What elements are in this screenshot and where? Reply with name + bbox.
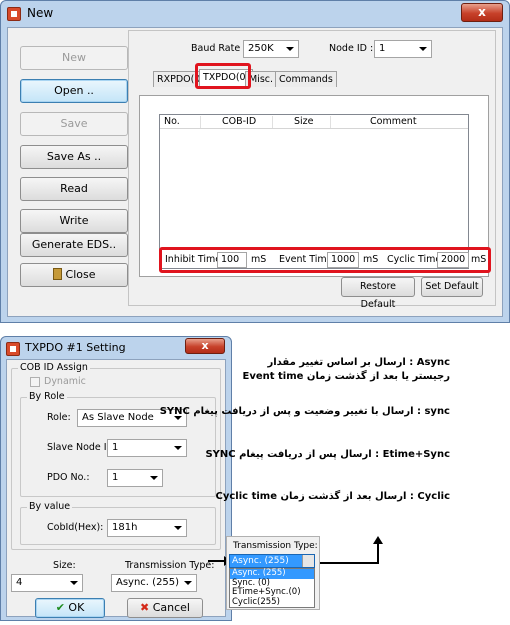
by-role-label: By Role (27, 391, 67, 403)
event-time-unit: mS (363, 254, 379, 265)
node-id-select[interactable]: 1 (374, 40, 432, 58)
cancel-x-icon: ✖ (140, 601, 150, 614)
chevron-down-icon (174, 526, 182, 530)
inhibit-time-unit: mS (251, 254, 267, 265)
pdo-list-header: No. COB-ID Size Comment (160, 115, 468, 129)
by-value-label: By value (27, 501, 73, 513)
app-icon (7, 7, 21, 21)
arrow-up-icon (373, 536, 383, 544)
chevron-down-icon (419, 47, 427, 51)
cyclic-time-label: Cyclic Time: (387, 254, 445, 265)
col-size: Size (294, 116, 314, 127)
close-button[interactable]: Close (20, 263, 128, 287)
trans-type-value: Async. (255) (116, 577, 180, 588)
note-etime-sync: Etime+Sync : ارسال پس از دریافت پیغام SY… (205, 449, 450, 460)
check-icon: ✔ (55, 601, 65, 614)
trans-type-label: Transmission Type: (125, 560, 215, 571)
close-button-label: Close (65, 268, 96, 281)
role-label: Role: (47, 412, 71, 423)
save-button[interactable]: Save (20, 112, 128, 136)
popup-dropdown-button[interactable] (302, 555, 314, 567)
size-select[interactable]: 4 (11, 574, 83, 592)
slave-node-value: 1 (112, 442, 119, 453)
ok-button[interactable]: ✔ OK (35, 598, 105, 618)
baud-rate-label: Baud Rate : (191, 43, 247, 54)
generate-eds-button[interactable]: Generate EDS.. (20, 233, 128, 257)
settings-panel: Baud Rate : 250K Node ID : 1 RXPDO(0) TX… (128, 30, 496, 310)
cobid-select[interactable]: 181h (107, 519, 187, 537)
close-door-icon (52, 268, 62, 280)
trans-type-select[interactable]: Async. (255) (111, 574, 197, 592)
chevron-down-icon (184, 581, 192, 585)
option-cyclic[interactable]: Cyclic(255) (230, 597, 314, 608)
node-id-value: 1 (379, 43, 386, 54)
node-id-label: Node ID : (329, 43, 374, 54)
open-button[interactable]: Open .. (20, 79, 128, 103)
tab-commands[interactable]: Commands (275, 71, 337, 87)
popup-selected-value: Async. (255) (232, 556, 289, 566)
set-default-button[interactable]: Set Default (421, 277, 483, 297)
inhibit-time-input[interactable]: 100 (217, 252, 247, 268)
chevron-down-icon (150, 476, 158, 480)
col-cob-id: COB-ID (222, 116, 257, 127)
pdo-no-label: PDO No.: (47, 472, 90, 483)
main-window: New x New Open .. Save Save As .. Read W… (0, 0, 510, 323)
write-button[interactable]: Write (20, 209, 128, 233)
restore-default-button[interactable]: Restore Default (341, 277, 415, 310)
window-title: New (27, 6, 54, 20)
pdo-no-select[interactable]: 1 (107, 469, 163, 487)
dialog-close-button[interactable]: x (185, 338, 225, 354)
col-no: No. (164, 116, 180, 127)
close-window-button[interactable]: x (461, 3, 503, 22)
pdo-no-value: 1 (112, 472, 119, 483)
cyclic-time-unit: mS (471, 254, 487, 265)
col-comment: Comment (370, 116, 417, 127)
cobid-label: CobId(Hex): (47, 522, 104, 533)
baud-rate-value: 250K (248, 43, 274, 54)
cancel-label: Cancel (152, 601, 190, 614)
inhibit-time-label: Inhibit Time: (165, 254, 225, 265)
ok-label: OK (68, 601, 85, 614)
note-cyclic: Cyclic : ارسال بعد از گذشت زمان Cyclic t… (215, 491, 450, 502)
chevron-down-icon (286, 47, 294, 51)
cancel-button[interactable]: ✖ Cancel (127, 598, 203, 618)
dialog-client: COB ID Assign Dynamic By Role Role: As S… (6, 359, 226, 618)
txpdo-tab-highlight (195, 63, 251, 89)
note-async-line2: رجیستر یا بعد از گذشت زمان Event time (242, 371, 450, 382)
new-button[interactable]: New (20, 46, 128, 70)
cyclic-time-input[interactable]: 2000 (437, 252, 469, 268)
chevron-down-icon (174, 446, 182, 450)
note-sync: sync : ارسال با تغییر وضعیت و پس از دریا… (159, 406, 450, 417)
role-value: As Slave Node (82, 412, 154, 423)
slave-node-select[interactable]: 1 (107, 439, 187, 457)
popup-label: Transmission Type: (233, 541, 318, 551)
size-value: 4 (16, 577, 23, 588)
chevron-down-icon (70, 581, 78, 585)
size-label: Size: (53, 560, 76, 571)
transmission-type-popup: Transmission Type: Async. (255) Async. (… (226, 536, 320, 610)
read-button[interactable]: Read (20, 177, 128, 201)
by-value-group: By value CobId(Hex): 181h (20, 501, 216, 545)
cobid-value: 181h (112, 522, 138, 533)
cob-id-group-label: COB ID Assign (18, 362, 90, 374)
main-client-area: New Open .. Save Save As .. Read Write G… (7, 27, 503, 317)
arrow-horizontal (320, 562, 378, 564)
dialog-title: TXPDO #1 Setting (25, 341, 126, 354)
note-async-line1: Async : ارسال بر اساس تغییر مقدار (267, 357, 450, 368)
popup-options-list: Async. (255) Sync. (0) ETime+Sync.(0) Cy… (229, 568, 315, 608)
save-as-button[interactable]: Save As .. (20, 145, 128, 169)
arrow-vertical (377, 542, 379, 564)
popup-selected[interactable]: Async. (255) (229, 554, 315, 568)
dynamic-label: Dynamic (44, 376, 86, 387)
event-time-input[interactable]: 1000 (327, 252, 359, 268)
cob-id-group: COB ID Assign Dynamic By Role Role: As S… (11, 362, 221, 550)
dynamic-checkbox[interactable] (30, 377, 40, 387)
dialog-app-icon (6, 342, 20, 356)
txpdo-dialog: TXPDO #1 Setting x COB ID Assign Dynamic… (0, 336, 232, 621)
pdo-list[interactable]: No. COB-ID Size Comment (159, 114, 469, 269)
baud-rate-select[interactable]: 250K (243, 40, 299, 58)
